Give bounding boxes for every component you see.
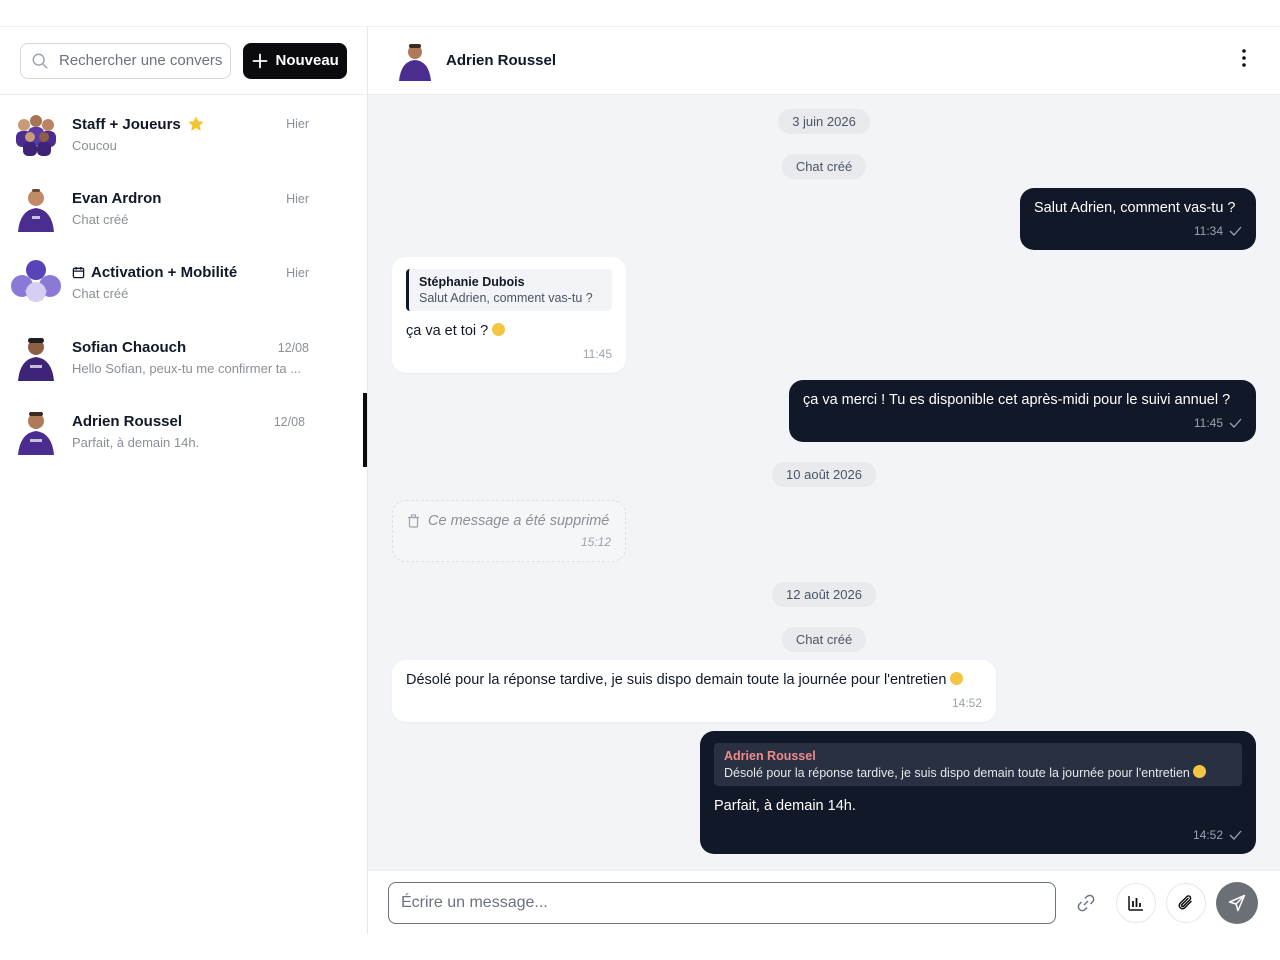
quote-text: Désolé pour la réponse tardive, je suis … [724,766,1190,780]
trash-icon [408,514,419,528]
message-time: 14:52 [951,696,982,710]
message-time: 15:12 [580,535,611,549]
chart-icon [1128,895,1143,911]
conversation-name: Activation + Mobilité [91,264,238,281]
conversation-item[interactable]: Activation + Mobilité Chat créé Hier [0,244,367,319]
message-text: Salut Adrien, comment vas-tu ? [1034,200,1236,216]
poll-button[interactable] [1116,882,1156,923]
message-text: ça va et toi ? [406,323,489,339]
chat-panel: Adrien Roussel 3 juin 2026 Chat créé Sal… [368,27,1280,934]
message-time: 11:45 [1193,416,1223,430]
conversation-preview: Chat créé [72,286,129,301]
date-separator: 10 août 2026 [772,462,876,487]
avatar [399,43,431,81]
conversation-preview: Parfait, à demain 14h. [72,435,200,450]
message-incoming: Stéphanie Dubois Salut Adrien, comment v… [392,257,626,373]
conversation-preview: Hello Sofian, peux-tu me confirmer ta ..… [72,360,302,376]
search-placeholder: Rechercher une convers [59,52,223,69]
reply-quote[interactable]: Adrien Roussel Désolé pour la réponse ta… [714,743,1242,786]
paperclip-icon [1178,894,1192,909]
new-conversation-button[interactable]: Nouveau [243,42,347,79]
conversation-time: 12/08 [277,340,309,355]
conversation-item[interactable]: Staff + Joueurs Coucou Hier [0,95,367,170]
date-separator: 12 août 2026 [772,582,876,607]
conversation-item[interactable]: Evan Ardron Chat créé Hier [0,170,367,245]
more-options-button[interactable] [1236,48,1252,73]
message-text: ça va merci ! Tu es disponible cet après… [803,392,1231,408]
message-time: 11:34 [1193,224,1223,238]
new-button-label: Nouveau [275,52,339,69]
conversation-item[interactable]: Sofian Chaouch Hello Sofian, peux-tu me … [0,319,367,394]
calendar-icon [72,266,85,279]
quote-text: Salut Adrien, comment vas-tu ? [419,291,593,305]
avatar [10,333,62,381]
message-text: Désolé pour la réponse tardive, je suis … [406,672,947,688]
group-avatar [10,109,62,157]
link-button[interactable] [1066,882,1106,923]
message-input-placeholder: Écrire un message... [401,893,548,911]
conversation-preview: Coucou [72,138,117,153]
message-incoming: Désolé pour la réponse tardive, je suis … [392,660,996,722]
more-vertical-icon [1242,49,1246,67]
conversation-time: Hier [286,117,309,131]
star-icon [188,116,204,131]
conversation-name: Adrien Roussel [72,413,183,430]
message-time: 11:45 [582,347,612,361]
message-outgoing: ça va merci ! Tu es disponible cet après… [789,380,1256,442]
message-time: 14:52 [1192,828,1223,842]
conversation-time: Hier [286,191,309,206]
winking-face-emoji [950,672,964,685]
winking-face-emoji [492,323,506,336]
search-icon [32,53,48,68]
conversation-name: Sofian Chaouch [72,338,187,356]
conversation-sidebar: Rechercher une convers Nouveau Staff + J… [0,27,368,934]
conversation-preview: Chat créé [72,211,129,227]
check-icon [1229,226,1242,236]
chat-title: Adrien Roussel [446,52,557,69]
logo-avatar [10,258,62,306]
conversation-time: Hier [286,266,309,280]
system-message: Chat créé [781,154,867,179]
date-separator: 3 juin 2026 [778,109,870,134]
message-outgoing: Salut Adrien, comment vas-tu ? 11:34 [1020,188,1256,250]
conversation-name: Evan Ardron [72,189,162,207]
check-icon [1229,418,1242,428]
quote-author: Stéphanie Dubois [419,275,525,289]
chat-header: Adrien Roussel [368,27,1280,95]
winking-face-emoji [1193,765,1207,778]
message-text: Ce message a été supprimé [428,513,610,529]
avatar [10,407,62,455]
deleted-message: Ce message a été supprimé 15:12 [392,500,626,562]
plus-icon [252,53,267,68]
send-button[interactable] [1216,881,1258,924]
avatar [10,184,62,232]
attach-button[interactable] [1166,882,1206,923]
send-icon [1228,894,1246,911]
system-message: Chat créé [781,627,867,652]
conversation-item-active[interactable]: Adrien Roussel Parfait, à demain 14h. 12… [0,393,367,468]
reply-quote[interactable]: Stéphanie Dubois Salut Adrien, comment v… [406,269,612,311]
check-icon [1229,830,1242,840]
message-input[interactable]: Écrire un message... [388,881,1056,924]
messaging-app: Rechercher une convers Nouveau Staff + J… [0,26,1280,934]
message-outgoing: Adrien Roussel Désolé pour la réponse ta… [700,731,1256,854]
conversation-name: Staff + Joueurs [72,115,181,133]
message-composer: Écrire un message... [368,870,1280,934]
message-text: Parfait, à demain 14h. [714,798,856,814]
conversation-time: 12/08 [273,415,305,429]
sidebar-toolbar: Rechercher une convers Nouveau [0,27,367,95]
message-list: 3 juin 2026 Chat créé Salut Adrien, comm… [368,95,1280,870]
search-input[interactable]: Rechercher une convers [20,42,232,79]
quote-author: Adrien Roussel [724,749,816,763]
link-icon [1077,894,1095,911]
